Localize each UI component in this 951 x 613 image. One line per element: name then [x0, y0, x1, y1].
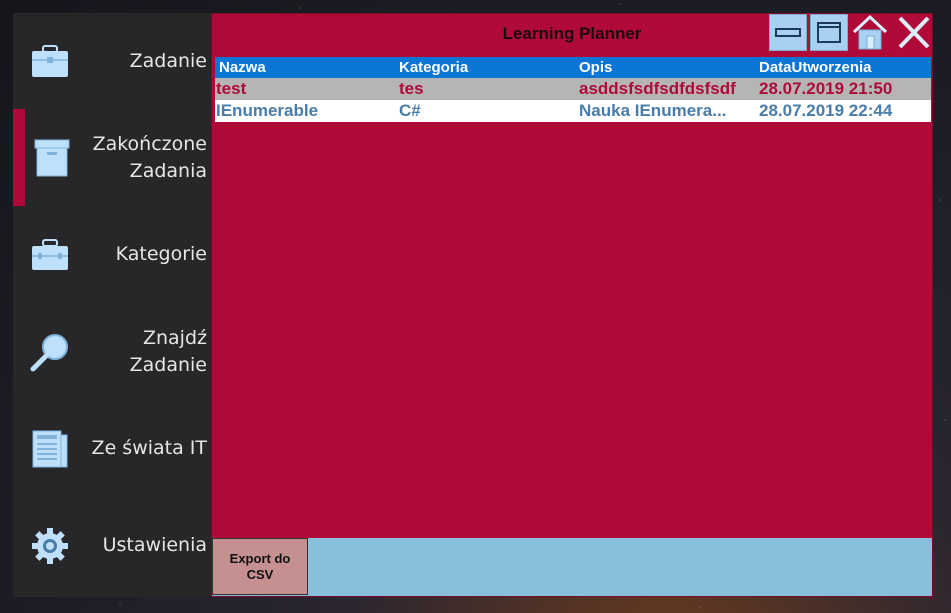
- sidebar-item-label: Ze świata IT: [91, 437, 207, 459]
- sidebar-item-zadanie[interactable]: Zadanie: [13, 13, 211, 109]
- table-cell: tes: [399, 79, 424, 98]
- sidebar-item-ze-swiata-it[interactable]: Ze świata IT: [13, 400, 211, 497]
- newspaper-icon: [29, 428, 71, 470]
- table-cell: test: [216, 79, 247, 98]
- close-icon: [896, 16, 932, 55]
- table-cell: IEnumerable: [216, 101, 319, 120]
- archive-box-icon: [31, 137, 73, 179]
- column-header[interactable]: DataUtworzenia: [755, 57, 931, 78]
- toolbox-icon: [29, 234, 71, 276]
- export-csv-button[interactable]: Export do CSV: [212, 538, 308, 595]
- minimize-button[interactable]: [769, 14, 807, 51]
- table-cell: 28.07.2019 21:50: [759, 79, 893, 98]
- close-button[interactable]: [896, 14, 934, 51]
- minimize-icon: [770, 28, 806, 54]
- sidebar-item-label: Ustawienia: [102, 534, 207, 556]
- main-panel: Learning Planner Nazwa Kategoria Opis Da: [211, 13, 933, 597]
- table-cell: C#: [399, 101, 421, 120]
- column-header[interactable]: Nazwa: [215, 57, 395, 78]
- column-header[interactable]: Opis: [575, 57, 755, 78]
- home-button[interactable]: [851, 14, 889, 51]
- sidebar-item-znajdz-zadanie[interactable]: Znajdź Zadanie: [13, 303, 211, 400]
- briefcase-icon: [29, 40, 71, 82]
- table-row[interactable]: IEnumerable C# Nauka IEnumera... 28.07.2…: [215, 100, 931, 122]
- sidebar-item-ustawienia[interactable]: Ustawienia: [13, 497, 211, 594]
- sidebar-item-label: Zakończone Zadania: [92, 132, 207, 182]
- maximize-button[interactable]: [810, 14, 848, 51]
- table-cell: 28.07.2019 22:44: [759, 101, 893, 120]
- sidebar-item-label: Znajdź Zadanie: [129, 326, 207, 376]
- home-icon: [851, 14, 889, 55]
- magnifier-icon: [29, 331, 71, 373]
- sidebar: Zadanie Zakończone Zadania Kategorie Zna…: [13, 13, 211, 597]
- footer-bar: Export do CSV: [212, 538, 932, 596]
- sidebar-item-zakonczone-zadania[interactable]: Zakończone Zadania: [13, 109, 211, 206]
- sidebar-item-label: Zadanie: [129, 49, 207, 72]
- sidebar-item-kategorie[interactable]: Kategorie: [13, 206, 211, 303]
- table-cell: Nauka IEnumera...: [579, 101, 727, 120]
- table-cell: asddsfsdfsdfdsfsdf: [579, 79, 736, 98]
- table-header: Nazwa Kategoria Opis DataUtworzenia: [215, 57, 931, 78]
- tasks-table: Nazwa Kategoria Opis DataUtworzenia test…: [215, 57, 931, 122]
- column-header[interactable]: Kategoria: [395, 57, 575, 78]
- table-row[interactable]: test tes asddsfsdfsdfdsfsdf 28.07.2019 2…: [215, 78, 931, 100]
- gear-icon: [29, 525, 71, 567]
- sidebar-item-label: Kategorie: [115, 243, 207, 265]
- maximize-icon: [811, 22, 847, 54]
